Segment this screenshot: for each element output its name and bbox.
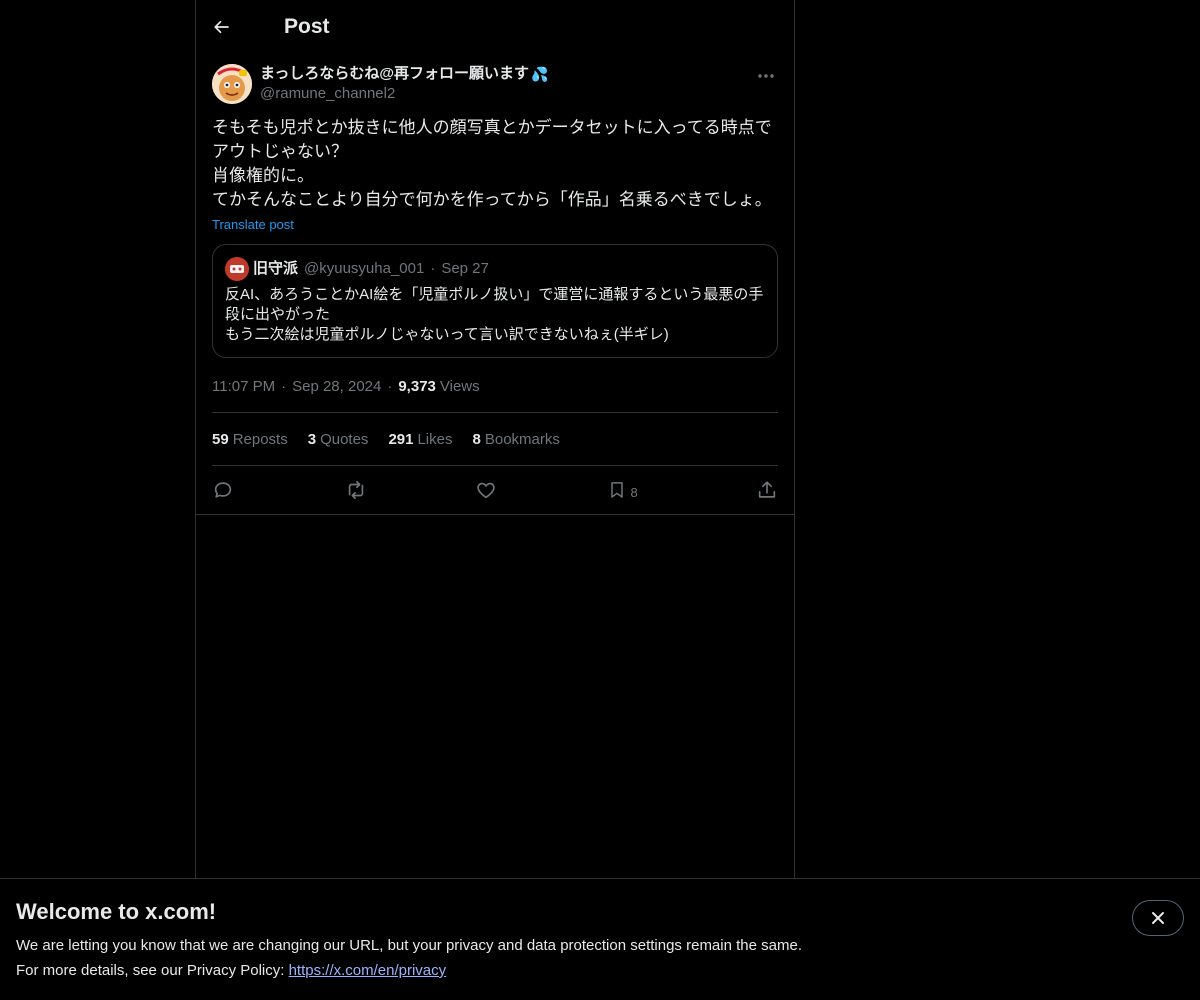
banner-title: Welcome to x.com!: [16, 899, 217, 924]
more-icon: [758, 74, 774, 78]
quoted-date: Sep 27: [441, 260, 489, 277]
reply-button[interactable]: [212, 475, 242, 505]
post-text-line: 肖像権的に。: [212, 166, 314, 185]
author-name-text: まっしろならむね@再フォロー願います: [260, 65, 530, 82]
quoted-text-line: 段に出やがった: [225, 306, 331, 323]
post-column: Post まっしろならむね@再フォロー願います 💦 @ramune_channe…: [195, 0, 795, 878]
post-meta: 11:07 PM · Sep 28, 2024 · 9,373 Views: [212, 374, 778, 398]
close-icon: [1152, 912, 1164, 924]
bookmark-count: 8: [630, 484, 638, 500]
bookmarks-stat[interactable]: 8 Bookmarks: [473, 431, 560, 448]
likes-count: 291: [388, 430, 414, 448]
meta-separator: ·: [281, 377, 287, 395]
quoted-display-name: 旧守派: [253, 260, 299, 277]
share-icon: [758, 481, 776, 498]
back-button[interactable]: [212, 17, 232, 37]
share-button[interactable]: [748, 475, 778, 505]
post-stats: 59 Reposts 3 Quotes 291 Likes 8 Bookmarks: [212, 413, 778, 465]
bookmarks-label: Bookmarks: [484, 430, 560, 448]
views-label: Views: [439, 377, 480, 395]
reposts-label: Reposts: [232, 430, 288, 448]
post-text: そもそも児ポとか抜きに他人の顔写真とかデータセットに入ってる時点で アウトじゃな…: [196, 110, 794, 212]
banner-message: We are letting you know that we are chan…: [16, 937, 802, 954]
close-banner-button[interactable]: [1132, 900, 1184, 936]
meta-separator: ·: [387, 377, 393, 395]
sweat-drops-emoji: 💦: [531, 66, 549, 82]
post-text-line: そもそも児ポとか抜きに他人の顔写真とかデータセットに入ってる時点で: [212, 118, 772, 137]
bookmarks-count: 8: [472, 430, 481, 448]
likes-label: Likes: [417, 430, 453, 448]
quoted-text: 反AI、あろうことかAI絵を「児童ポルノ扱い」で運営に通報するという最悪の手 段…: [225, 285, 765, 345]
quoted-post[interactable]: 旧守派 @kyuusyuha_001 · Sep 27 反AI、あろうことかAI…: [212, 244, 778, 358]
author-display-name[interactable]: まっしろならむね@再フォロー願います 💦: [260, 64, 548, 84]
quoted-text-line: 反AI、あろうことかAI絵を「児童ポルノ扱い」で運営に通報するという最悪の手: [225, 286, 764, 303]
quoted-handle: @kyuusyuha_001: [304, 260, 425, 277]
bookmark-icon: [610, 482, 623, 498]
quotes-stat[interactable]: 3 Quotes: [308, 431, 369, 448]
post-text-line: アウトじゃない？: [212, 142, 348, 161]
quotes-label: Quotes: [320, 430, 369, 448]
heart-icon: [477, 482, 495, 499]
translate-post-link[interactable]: Translate post: [212, 216, 778, 234]
top-bar: Post: [196, 0, 794, 54]
post-time[interactable]: 11:07 PM: [212, 378, 275, 395]
likes-stat[interactable]: 291 Likes: [388, 431, 452, 448]
divider: [196, 514, 794, 515]
url-change-banner: Welcome to x.com! We are letting you kno…: [0, 878, 1200, 1000]
post-text-line: てかそんなことより自分で何かを作ってから「作品」名乗るべきでしょ。: [212, 190, 772, 209]
reposts-count: 59: [212, 430, 229, 448]
reply-icon: [214, 482, 232, 498]
quoted-text-line: もう二次絵は児童ポルノじゃないって言い訳できないねぇ(半ギレ): [225, 326, 669, 343]
quoted-post-header: 旧守派 @kyuusyuha_001 · Sep 27: [225, 257, 765, 281]
arrow-left-icon: [214, 20, 229, 34]
author-names: まっしろならむね@再フォロー願います 💦 @ramune_channel2: [260, 64, 548, 110]
views-count: 9,373: [398, 377, 436, 395]
more-options-button[interactable]: [756, 66, 776, 86]
quoted-separator: ·: [430, 260, 436, 277]
quoted-avatar: [225, 257, 249, 281]
avatar[interactable]: [212, 64, 252, 104]
repost-icon: [348, 480, 363, 500]
like-button[interactable]: [475, 475, 505, 505]
page-title: Post: [284, 15, 330, 38]
reposts-stat[interactable]: 59 Reposts: [212, 431, 288, 448]
quotes-count: 3: [307, 430, 317, 448]
author-handle[interactable]: @ramune_channel2: [260, 84, 548, 104]
repost-button[interactable]: [344, 475, 374, 505]
post-date[interactable]: Sep 28, 2024: [292, 378, 381, 395]
banner-privacy-line: For more details, see our Privacy Policy…: [16, 958, 1184, 983]
author-row: まっしろならむね@再フォロー願います 💦 @ramune_channel2: [196, 54, 794, 110]
bookmark-button[interactable]: 8: [607, 475, 647, 505]
banner-privacy-prefix: For more details, see our Privacy Policy…: [16, 962, 289, 979]
privacy-policy-link[interactable]: https://x.com/en/privacy: [289, 962, 447, 979]
action-bar: 8: [212, 466, 778, 514]
